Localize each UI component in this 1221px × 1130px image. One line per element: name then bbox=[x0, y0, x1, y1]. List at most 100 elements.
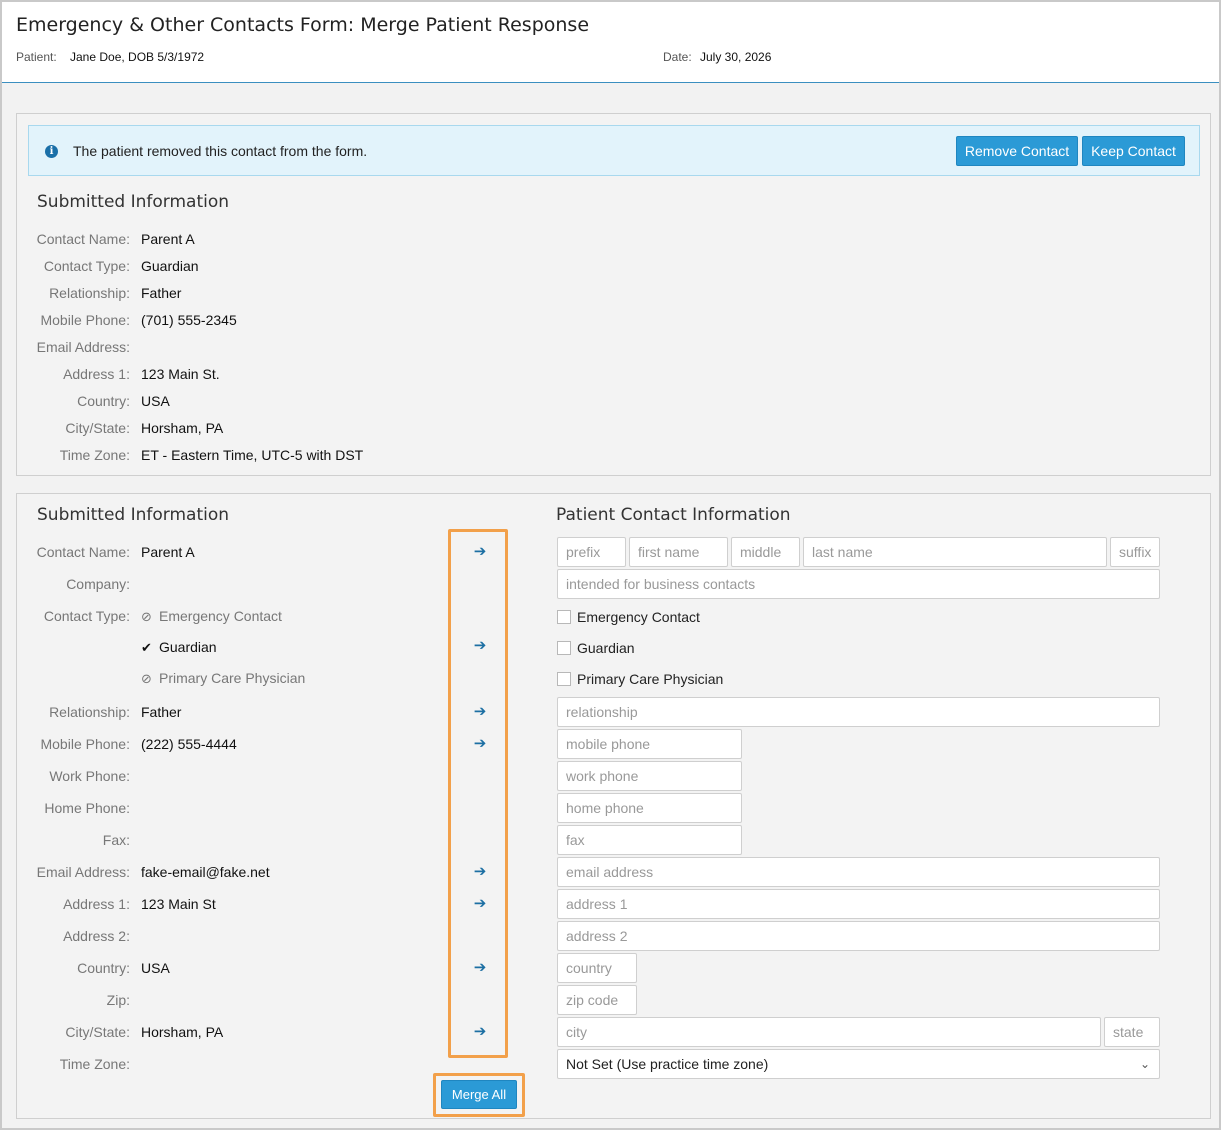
fax-input[interactable]: fax bbox=[557, 825, 742, 855]
submitted-city-state: Horsham, PA bbox=[141, 1024, 224, 1040]
field-value: Horsham, PA bbox=[141, 420, 224, 436]
field-label: Contact Name: bbox=[36, 231, 130, 247]
field-label: Email Address: bbox=[36, 339, 130, 355]
field-value: USA bbox=[141, 393, 170, 409]
field-value: Parent A bbox=[141, 231, 195, 247]
zip-code-input[interactable]: zip code bbox=[557, 985, 637, 1015]
arrow-right-icon[interactable]: ➔ bbox=[473, 736, 487, 751]
page-frame: Emergency & Other Contacts Form: Merge P… bbox=[0, 0, 1221, 1130]
field-value: Guardian bbox=[141, 258, 199, 274]
removed-contact-panel: i The patient removed this contact from … bbox=[16, 113, 1211, 476]
emergency-contact-checkbox[interactable] bbox=[557, 610, 571, 624]
contact-type-label: Emergency Contact bbox=[159, 608, 282, 624]
label-time-zone: Time Zone: bbox=[59, 1056, 130, 1072]
field-value: Father bbox=[141, 285, 182, 301]
ban-icon: ⊘ bbox=[141, 671, 152, 686]
field-label: Country: bbox=[77, 393, 130, 409]
email-input[interactable]: email address bbox=[557, 857, 1160, 887]
chevron-down-icon: ⌄ bbox=[1139, 1057, 1150, 1071]
field-value: ET - Eastern Time, UTC-5 with DST bbox=[141, 447, 364, 463]
field-label: Contact Type: bbox=[43, 258, 130, 274]
submitted-email: fake-email@fake.net bbox=[141, 864, 270, 880]
merge-panel: Submitted Information Patient Contact In… bbox=[16, 493, 1211, 1119]
home-phone-input[interactable]: home phone bbox=[557, 793, 742, 823]
label-mobile-phone: Mobile Phone: bbox=[40, 736, 130, 752]
time-zone-value: Not Set (Use practice time zone) bbox=[566, 1056, 769, 1072]
label-address2: Address 2: bbox=[63, 928, 130, 944]
page-title: Emergency & Other Contacts Form: Merge P… bbox=[16, 14, 590, 36]
label-address1: Address 1: bbox=[63, 896, 130, 912]
city-input[interactable]: city bbox=[557, 1017, 1101, 1047]
submitted-contact-name: Parent A bbox=[141, 544, 195, 560]
suffix-input[interactable]: suffix bbox=[1110, 537, 1160, 567]
label-contact-type: Contact Type: bbox=[43, 608, 130, 624]
arrow-right-icon[interactable]: ➔ bbox=[473, 544, 487, 559]
middle-name-input[interactable]: middle bbox=[731, 537, 800, 567]
arrow-right-icon[interactable]: ➔ bbox=[473, 960, 487, 975]
field-value: (701) 555-2345 bbox=[141, 312, 237, 328]
field-value: 123 Main St. bbox=[141, 366, 220, 382]
work-phone-input[interactable]: work phone bbox=[557, 761, 742, 791]
keep-contact-button[interactable]: Keep Contact bbox=[1082, 136, 1185, 166]
info-icon: i bbox=[45, 145, 58, 158]
arrow-right-icon[interactable]: ➔ bbox=[473, 638, 487, 653]
label-country: Country: bbox=[77, 960, 130, 976]
mobile-phone-input[interactable]: mobile phone bbox=[557, 729, 742, 759]
address2-input[interactable]: address 2 bbox=[557, 921, 1160, 951]
label-fax: Fax: bbox=[102, 832, 130, 848]
merge-all-button[interactable]: Merge All bbox=[441, 1080, 517, 1109]
arrow-right-icon[interactable]: ➔ bbox=[473, 1024, 487, 1039]
field-label: Mobile Phone: bbox=[40, 312, 130, 328]
contact-type-guardian: ✔ Guardian bbox=[141, 639, 217, 656]
submitted-section-title: Submitted Information bbox=[37, 505, 230, 525]
company-input[interactable]: intended for business contacts bbox=[557, 569, 1160, 599]
patient-section-title: Patient Contact Information bbox=[556, 505, 791, 525]
time-zone-select[interactable]: Not Set (Use practice time zone) ⌄ bbox=[557, 1049, 1160, 1079]
field-label: Relationship: bbox=[49, 285, 130, 301]
arrows-highlight bbox=[448, 529, 508, 1058]
label-email: Email Address: bbox=[36, 864, 130, 880]
contact-type-emergency: ⊘ Emergency Contact bbox=[141, 608, 282, 625]
primary-care-checkbox[interactable] bbox=[557, 672, 571, 686]
guardian-checkbox[interactable] bbox=[557, 641, 571, 655]
address1-input[interactable]: address 1 bbox=[557, 889, 1160, 919]
field-label: Time Zone: bbox=[59, 447, 130, 463]
label-contact-name: Contact Name: bbox=[36, 544, 130, 560]
removed-contact-alert: i The patient removed this contact from … bbox=[28, 125, 1200, 176]
submitted-address1: 123 Main St bbox=[141, 896, 216, 912]
arrow-right-icon[interactable]: ➔ bbox=[473, 704, 487, 719]
ban-icon: ⊘ bbox=[141, 609, 152, 624]
label-zip: Zip: bbox=[106, 992, 130, 1008]
country-input[interactable]: country bbox=[557, 953, 637, 983]
contact-type-label: Guardian bbox=[159, 639, 217, 655]
submitted-relationship: Father bbox=[141, 704, 182, 720]
contact-type-label: Primary Care Physician bbox=[159, 670, 306, 686]
check-icon: ✔ bbox=[141, 640, 152, 655]
field-label: City/State: bbox=[65, 420, 130, 436]
date-label: Date: bbox=[663, 50, 692, 64]
checkbox-label: Primary Care Physician bbox=[577, 671, 724, 687]
submitted-country: USA bbox=[141, 960, 170, 976]
remove-contact-button[interactable]: Remove Contact bbox=[956, 136, 1078, 166]
label-work-phone: Work Phone: bbox=[49, 768, 130, 784]
label-company: Company: bbox=[66, 576, 130, 592]
first-name-input[interactable]: first name bbox=[629, 537, 728, 567]
alert-message: The patient removed this contact from th… bbox=[73, 143, 368, 159]
arrow-right-icon[interactable]: ➔ bbox=[473, 896, 487, 911]
last-name-input[interactable]: last name bbox=[803, 537, 1107, 567]
field-label: Address 1: bbox=[63, 366, 130, 382]
prefix-input[interactable]: prefix bbox=[557, 537, 626, 567]
label-city-state: City/State: bbox=[65, 1024, 130, 1040]
label-home-phone: Home Phone: bbox=[44, 800, 130, 816]
patient-label: Patient: bbox=[16, 50, 57, 64]
submitted-mobile-phone: (222) 555-4444 bbox=[141, 736, 237, 752]
patient-value: Jane Doe, DOB 5/3/1972 bbox=[70, 50, 205, 64]
label-relationship: Relationship: bbox=[49, 704, 130, 720]
section-title: Submitted Information bbox=[37, 192, 230, 212]
state-input[interactable]: state bbox=[1104, 1017, 1160, 1047]
relationship-input[interactable]: relationship bbox=[557, 697, 1160, 727]
checkbox-label: Guardian bbox=[577, 640, 635, 656]
date-value: July 30, 2026 bbox=[700, 50, 772, 64]
arrow-right-icon[interactable]: ➔ bbox=[473, 864, 487, 879]
page-header: Emergency & Other Contacts Form: Merge P… bbox=[2, 2, 1219, 83]
